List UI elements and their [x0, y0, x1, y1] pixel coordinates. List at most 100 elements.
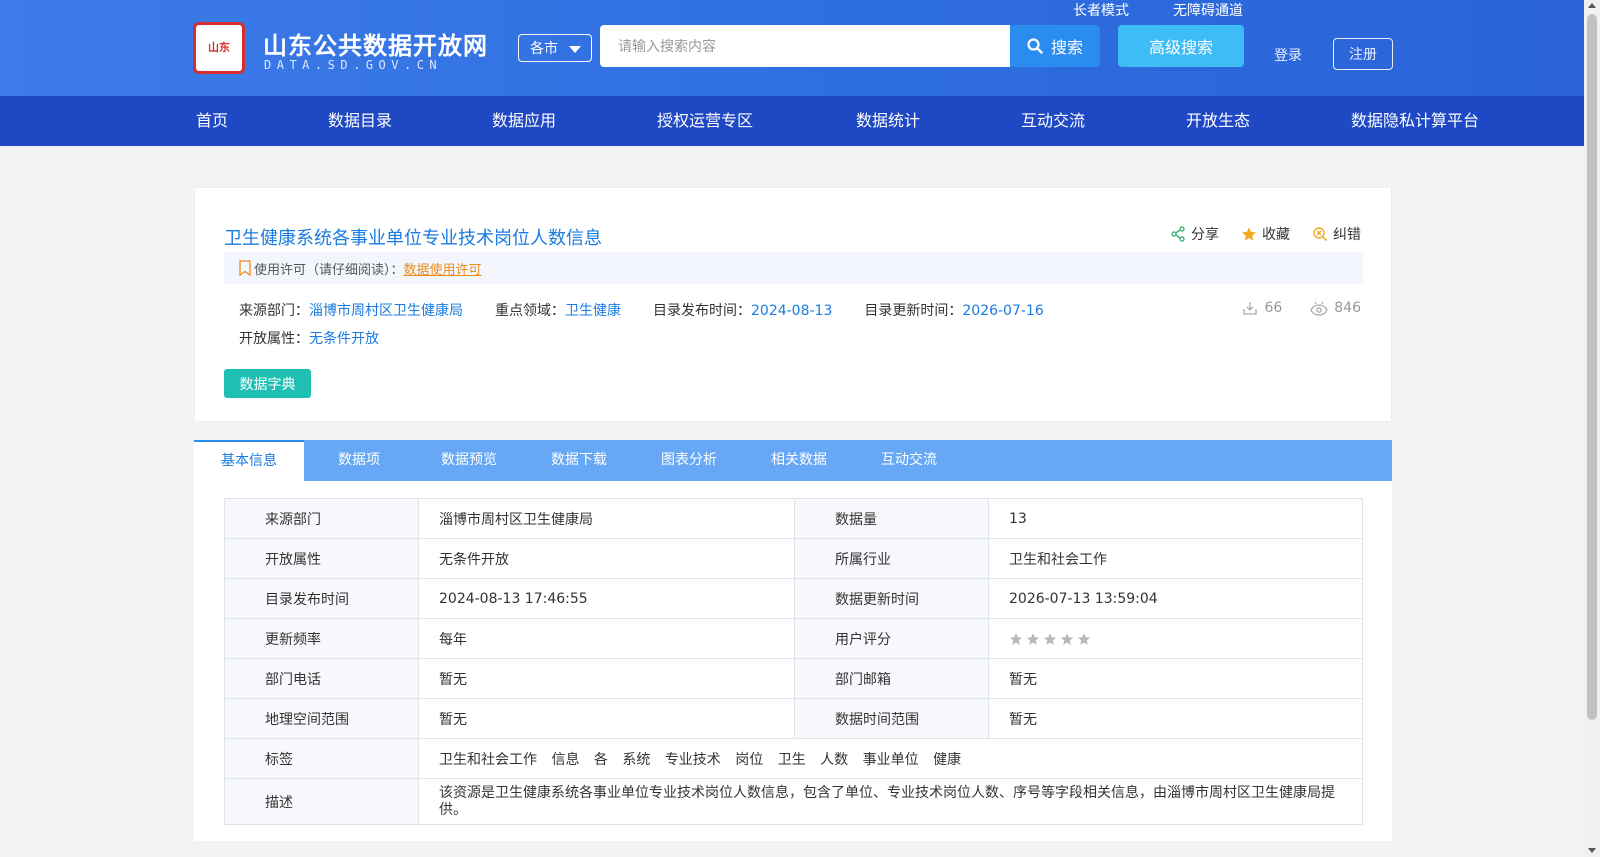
view-count: 846: [1310, 300, 1361, 316]
nav-item-apps[interactable]: 数据应用: [492, 96, 556, 146]
tag[interactable]: 卫生: [778, 752, 806, 768]
meta-source: 来源部门：淄博市周村区卫生健康局: [239, 300, 463, 320]
tag[interactable]: 健康: [933, 752, 961, 768]
cell-label: 所属行业: [794, 538, 989, 579]
detail-tabs: 基本信息 数据项 数据预览 数据下载 图表分析 相关数据 互动交流: [194, 440, 1392, 481]
table-row: 部门电话 暂无 部门邮箱 暂无: [224, 658, 1363, 699]
search-input[interactable]: [600, 25, 1011, 67]
star-icon[interactable]: [1009, 632, 1023, 646]
site-header: 山东 山东公共数据开放网 DATA.SD.GOV.CN 各市 搜索 高级搜索 长…: [0, 0, 1584, 96]
tag[interactable]: 卫生和社会工作: [439, 752, 537, 768]
license-label: 使用许可（请仔细阅读）：: [254, 262, 404, 278]
page-scrollbar[interactable]: [1584, 0, 1600, 857]
cell-value: 13: [988, 498, 1363, 539]
star-icon: [1242, 227, 1256, 241]
tag[interactable]: 人数: [820, 752, 848, 768]
tag[interactable]: 事业单位: [863, 752, 919, 768]
meta-update-value: 2026-07-16: [962, 303, 1044, 319]
scrollbar-thumb[interactable]: [1587, 14, 1597, 720]
download-count: 66: [1242, 300, 1282, 316]
scroll-down-arrow-icon[interactable]: [1588, 848, 1596, 853]
search-icon: [1027, 38, 1043, 54]
meta-domain-value[interactable]: 卫生健康: [565, 303, 621, 319]
correct-error-button[interactable]: 纠错: [1312, 224, 1361, 244]
nav-item-catalog[interactable]: 数据目录: [328, 96, 392, 146]
basic-info-panel: 来源部门 淄博市周村区卫生健康局 数据量 13 开放属性 无条件开放 所属行业 …: [194, 481, 1392, 841]
scroll-up-arrow-icon[interactable]: [1588, 3, 1596, 8]
site-logo-seal[interactable]: 山东: [193, 22, 245, 74]
cell-label: 数据量: [794, 498, 989, 539]
advanced-search-button[interactable]: 高级搜索: [1118, 25, 1244, 67]
city-select-value: 各市: [530, 41, 558, 57]
share-label: 分享: [1191, 227, 1219, 243]
tab-data-preview[interactable]: 数据预览: [414, 440, 524, 481]
tag[interactable]: 信息: [551, 752, 579, 768]
site-domain: DATA.SD.GOV.CN: [264, 58, 443, 72]
correction-icon: [1313, 227, 1328, 242]
cell-label: 目录发布时间: [224, 578, 419, 619]
cell-value: 暂无: [988, 698, 1363, 739]
rating-cell: [988, 618, 1363, 659]
register-button[interactable]: 注册: [1333, 38, 1393, 70]
nav-item-authorized-ops[interactable]: 授权运营专区: [657, 96, 753, 146]
tab-interaction[interactable]: 互动交流: [854, 440, 964, 481]
table-row: 开放属性 无条件开放 所属行业 卫生和社会工作: [224, 538, 1363, 579]
tag[interactable]: 专业技术: [665, 752, 721, 768]
meta-open-label: 开放属性：: [239, 331, 309, 347]
cell-value: 暂无: [418, 698, 795, 739]
site-title[interactable]: 山东公共数据开放网: [263, 26, 488, 61]
search-button[interactable]: 搜索: [1010, 25, 1100, 67]
tag[interactable]: 各: [594, 752, 608, 768]
dataset-detail-card: 卫生健康系统各事业单位专业技术岗位人数信息 分享 收藏 纠错 使用许可（请仔细阅…: [194, 187, 1392, 422]
meta-open: 开放属性：无条件开放: [239, 328, 379, 348]
meta-source-value[interactable]: 淄博市周村区卫生健康局: [309, 303, 463, 319]
share-button[interactable]: 分享: [1170, 224, 1219, 244]
dataset-actions: 分享 收藏 纠错: [1170, 224, 1361, 244]
star-icon[interactable]: [1043, 632, 1057, 646]
logo-seal-text: 山东: [208, 41, 230, 54]
nav-item-interaction[interactable]: 互动交流: [1021, 96, 1085, 146]
tag[interactable]: 系统: [622, 752, 650, 768]
tab-related-data[interactable]: 相关数据: [744, 440, 854, 481]
tab-data-items[interactable]: 数据项: [304, 440, 414, 481]
tab-chart-analysis[interactable]: 图表分析: [634, 440, 744, 481]
cell-label: 数据更新时间: [794, 578, 989, 619]
license-link[interactable]: 数据使用许可: [404, 259, 482, 278]
cell-label: 地理空间范围: [224, 698, 419, 739]
cell-label: 部门电话: [224, 658, 419, 699]
data-dictionary-button[interactable]: 数据字典: [224, 369, 311, 398]
elder-mode-link[interactable]: 长者模式: [1073, 0, 1129, 20]
dataset-stats: 66 846: [1242, 300, 1361, 316]
search-button-label: 搜索: [1050, 38, 1083, 57]
login-link[interactable]: 登录: [1274, 45, 1302, 65]
table-row: 地理空间范围 暂无 数据时间范围 暂无: [224, 698, 1363, 739]
tags-cell: 卫生和社会工作 信息 各 系统 专业技术 岗位 卫生 人数 事业单位 健康: [418, 738, 1363, 779]
chevron-down-icon: [569, 46, 581, 53]
table-row: 描述 该资源是卫生健康系统各事业单位专业技术岗位人数信息，包含了单位、专业技术岗…: [224, 778, 1363, 825]
table-row: 来源部门 淄博市周村区卫生健康局 数据量 13: [224, 498, 1363, 539]
favorite-button[interactable]: 收藏: [1241, 224, 1290, 244]
download-icon: [1243, 302, 1258, 315]
cell-label: 部门邮箱: [794, 658, 989, 699]
cell-label: 标签: [224, 738, 419, 779]
cell-value: 暂无: [988, 658, 1363, 699]
accessibility-link[interactable]: 无障碍通道: [1173, 0, 1243, 20]
tab-data-download[interactable]: 数据下载: [524, 440, 634, 481]
share-icon: [1171, 226, 1185, 242]
star-icon[interactable]: [1077, 632, 1091, 646]
city-select[interactable]: 各市: [518, 34, 592, 62]
nav-item-privacy-computing[interactable]: 数据隐私计算平台: [1351, 96, 1479, 146]
table-row: 标签 卫生和社会工作 信息 各 系统 专业技术 岗位 卫生 人数 事业单位 健康: [224, 738, 1363, 779]
star-icon[interactable]: [1026, 632, 1040, 646]
tag[interactable]: 岗位: [735, 752, 763, 768]
cell-value: 2026-07-13 13:59:04: [988, 578, 1363, 619]
meta-open-value: 无条件开放: [309, 331, 379, 347]
nav-item-ecosystem[interactable]: 开放生态: [1186, 96, 1250, 146]
star-icon[interactable]: [1060, 632, 1074, 646]
user-rating-stars[interactable]: [1009, 632, 1342, 646]
nav-item-home[interactable]: 首页: [196, 96, 228, 146]
cell-label: 开放属性: [224, 538, 419, 579]
nav-item-stats[interactable]: 数据统计: [856, 96, 920, 146]
meta-domain-label: 重点领域：: [495, 303, 565, 319]
tab-basic-info[interactable]: 基本信息: [194, 440, 304, 481]
